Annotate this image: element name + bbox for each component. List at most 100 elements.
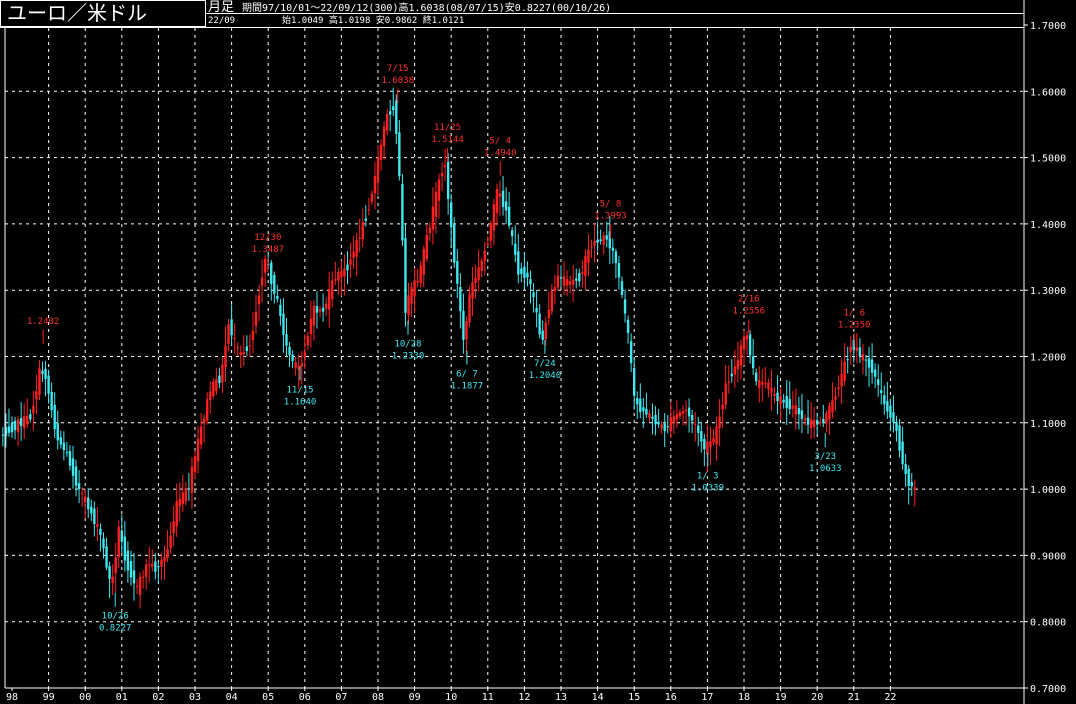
candle-body — [80, 493, 84, 495]
axes: 1.7000 1.6000 1.5000 1.4000 1.3000 1.2000 1.10… — [4, 0, 1066, 704]
candle-body — [96, 524, 99, 527]
candle-body — [282, 313, 285, 335]
candle-body — [718, 416, 721, 429]
candle-body — [687, 407, 691, 417]
candle-body — [822, 418, 825, 424]
candle-body — [849, 346, 852, 352]
candle-body — [806, 417, 810, 425]
candle-body — [77, 483, 81, 490]
candle-body — [703, 438, 706, 450]
candle-body — [825, 412, 828, 424]
candle-body — [556, 275, 560, 288]
candle-body — [32, 405, 35, 414]
candle-body — [123, 536, 127, 561]
x-tick-label: 01 — [116, 692, 128, 703]
candle-body — [895, 421, 898, 431]
candle-body — [178, 498, 181, 507]
x-tick-label: 22 — [884, 692, 896, 703]
candle-body — [812, 419, 816, 428]
candle-body — [459, 287, 462, 312]
candle-body — [590, 246, 593, 248]
candle-body — [398, 132, 401, 177]
candle-body — [154, 561, 157, 572]
candle-body — [114, 557, 117, 574]
y-tick-label: 0.9000 — [1030, 551, 1066, 562]
candle-body — [315, 306, 319, 313]
candle-body — [135, 585, 139, 587]
candle-body — [462, 310, 465, 340]
candle-body — [596, 239, 599, 243]
candle-body — [721, 404, 724, 410]
candle-body — [288, 346, 291, 355]
candle-body — [511, 230, 514, 237]
candle-body — [65, 452, 69, 454]
x-tick-label: 05 — [262, 692, 274, 703]
candle-body — [666, 426, 669, 428]
candle-body — [90, 506, 93, 514]
candle-body — [209, 391, 212, 400]
candle-body — [770, 387, 773, 393]
candle-body — [248, 345, 252, 347]
x-tick-label: 13 — [555, 692, 567, 703]
x-tick-label: 20 — [811, 692, 823, 703]
high-price-label: 1.2556 — [733, 307, 766, 317]
candle-body — [828, 405, 831, 420]
candle-body — [858, 347, 862, 357]
y-tick-label: 1.0000 — [1030, 485, 1066, 496]
candle-body — [864, 359, 868, 361]
candle-body — [575, 278, 578, 281]
candle-body — [44, 368, 47, 380]
candle-body — [324, 303, 328, 309]
candle-body — [151, 563, 154, 567]
candle-body — [401, 183, 404, 241]
candle-body — [172, 521, 175, 534]
low-price-label: 0.8227 — [99, 624, 132, 634]
candle-body — [242, 351, 245, 355]
candle-body — [233, 337, 236, 339]
candle-body — [19, 418, 23, 426]
high-price-label: 1.3993 — [594, 211, 627, 221]
candle-body — [349, 259, 352, 265]
candle-body — [755, 372, 758, 382]
candle-body — [367, 209, 371, 211]
candle-body — [273, 274, 276, 294]
candle-body — [337, 272, 340, 281]
candle-body — [797, 407, 801, 415]
candle-body — [187, 488, 191, 490]
candle-body — [193, 456, 197, 473]
candle-body — [675, 414, 679, 420]
candle-body — [389, 111, 392, 115]
candle-body — [450, 202, 453, 228]
candle-body — [889, 405, 892, 418]
candle-body — [74, 466, 78, 486]
candle-body — [657, 421, 660, 425]
y-tick-label: 1.6000 — [1030, 87, 1066, 98]
candle-body — [816, 420, 819, 425]
candle-body — [440, 172, 444, 176]
candle-body — [26, 415, 29, 425]
candle-body — [407, 295, 410, 315]
candle-body — [340, 271, 343, 278]
candle-body — [129, 561, 133, 578]
candle-body — [446, 161, 450, 199]
candle-body — [678, 412, 682, 417]
candle-body — [742, 336, 746, 350]
low-date-label: 10/28 — [394, 340, 421, 350]
candle-body — [175, 501, 178, 527]
candle-body — [355, 240, 358, 257]
candle-body — [565, 279, 569, 286]
candle-body — [1, 434, 5, 436]
x-tick-label: 02 — [152, 692, 164, 703]
candle-body — [547, 309, 550, 318]
candle-body — [553, 287, 557, 291]
candle-body — [215, 378, 218, 392]
candle-body — [794, 405, 798, 415]
low-date-label: 3/23 — [814, 452, 836, 462]
candle-body — [47, 375, 50, 394]
candle-body — [38, 368, 41, 395]
candle-body — [715, 426, 718, 445]
candle-body — [492, 204, 496, 231]
candle-body — [84, 496, 87, 503]
candle-body — [425, 235, 428, 259]
candle-body — [227, 324, 230, 345]
